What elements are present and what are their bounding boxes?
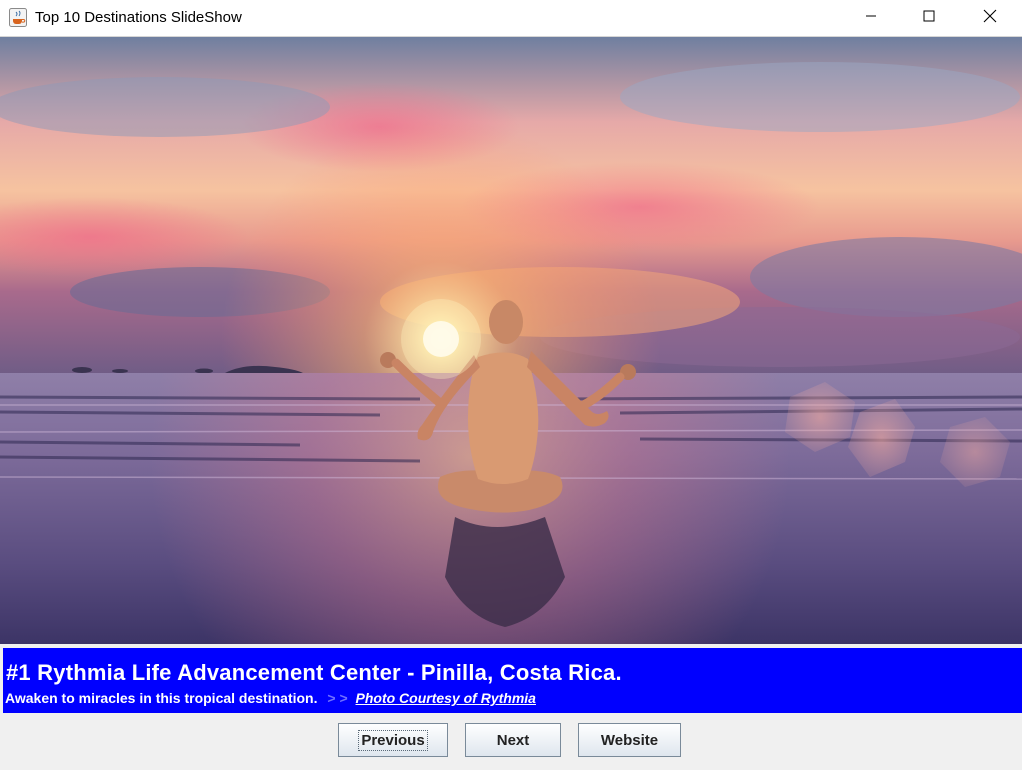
minimize-button[interactable] xyxy=(848,0,894,36)
maximize-icon xyxy=(923,9,935,27)
maximize-button[interactable] xyxy=(906,0,952,36)
previous-button[interactable]: Previous xyxy=(338,723,448,757)
slide-image xyxy=(0,37,1022,644)
java-cup-icon xyxy=(9,8,27,27)
website-button-label: Website xyxy=(600,731,659,749)
previous-button-label: Previous xyxy=(358,729,428,751)
photo-credit-link[interactable]: Photo Courtesy of Rythmia xyxy=(356,690,536,706)
caption-title: #1 Rythmia Life Advancement Center - Pin… xyxy=(6,660,622,685)
next-button[interactable]: Next xyxy=(465,723,561,757)
caption-subtitle: Awaken to miracles in this tropical dest… xyxy=(5,690,318,706)
caption-subtitle-row: Awaken to miracles in this tropical dest… xyxy=(5,690,536,706)
close-icon xyxy=(983,9,997,28)
close-button[interactable] xyxy=(967,0,1013,36)
window-title: Top 10 Destinations SlideShow xyxy=(35,9,242,26)
title-bar: Top 10 Destinations SlideShow xyxy=(0,0,1022,37)
minimize-icon xyxy=(865,9,877,27)
caption-panel: #1 Rythmia Life Advancement Center - Pin… xyxy=(3,648,1022,713)
next-button-label: Next xyxy=(496,731,530,749)
caption-separator: > > xyxy=(327,690,348,706)
website-button[interactable]: Website xyxy=(578,723,681,757)
